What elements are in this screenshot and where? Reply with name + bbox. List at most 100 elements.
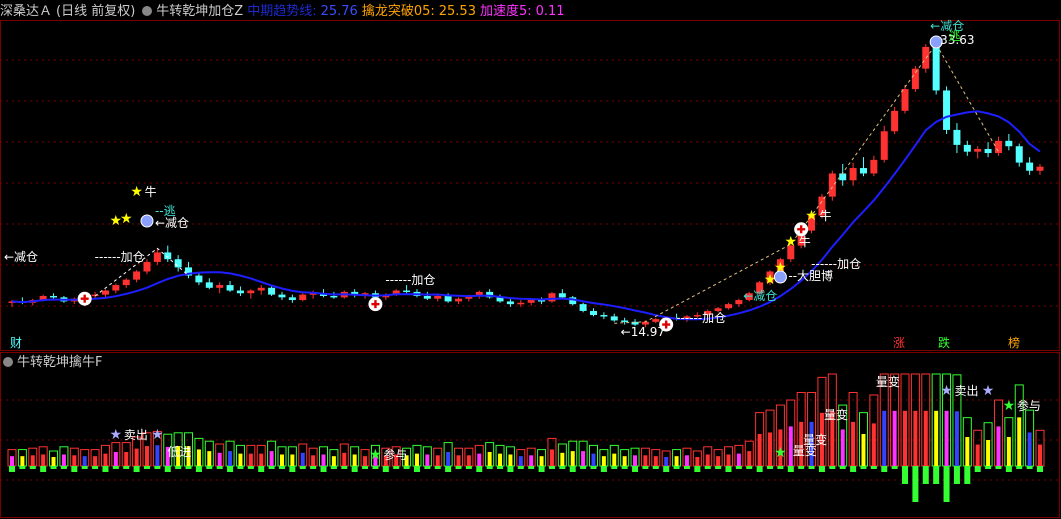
candle-body — [133, 271, 141, 280]
candle-body — [579, 304, 587, 311]
volume-bar-negative — [247, 466, 254, 469]
line2-label: 擒龙突破05: — [361, 4, 435, 19]
volume-bar-fill — [51, 457, 56, 466]
volume-bar-negative — [673, 466, 680, 469]
volume-bar-negative — [943, 466, 950, 502]
reduce-label: ←减仓 — [743, 289, 777, 303]
volume-bar-fill — [570, 451, 575, 466]
volume-bar-negative — [455, 466, 462, 469]
candle-body — [527, 300, 535, 303]
candle-body — [278, 294, 286, 298]
volume-bar-fill — [736, 453, 741, 466]
volume-bar-fill — [93, 456, 98, 466]
face-icon — [140, 214, 154, 228]
volume-bar-negative — [891, 466, 898, 469]
volume-bar-negative — [382, 466, 389, 472]
volume-bar-fill — [913, 410, 918, 466]
star-icon: ★ — [130, 184, 143, 200]
volume-bar-fill — [414, 453, 419, 466]
volume-bar-negative — [694, 466, 701, 472]
volume-bar-fill — [311, 455, 316, 466]
volume-bar-fill — [851, 421, 856, 466]
volume-bar-fill — [965, 437, 970, 466]
volume-bar-fill — [456, 455, 461, 466]
volume-bar-negative — [278, 466, 285, 469]
volume-bar-negative — [497, 466, 504, 469]
candle-body — [589, 310, 597, 316]
volume-bar-fill — [1006, 437, 1011, 466]
candle-body — [870, 159, 878, 174]
settings-icon[interactable] — [142, 6, 153, 16]
candle-body — [548, 293, 556, 302]
volume-bar-fill — [633, 455, 638, 466]
volume-bar-negative — [1037, 466, 1043, 472]
volume-bar-negative — [9, 466, 15, 472]
volume-bar-negative — [112, 466, 119, 469]
candle-body — [880, 131, 888, 160]
add-position-icon — [374, 300, 377, 309]
settings-icon[interactable] — [3, 357, 13, 367]
volume-bar-negative — [818, 466, 825, 472]
candle-body — [455, 298, 463, 302]
volume-bar-fill — [549, 449, 554, 466]
volume-bar-negative — [995, 466, 1002, 469]
candle-body — [943, 90, 951, 130]
volume-bar-negative — [372, 466, 379, 469]
volume-bar-fill — [986, 440, 991, 466]
add-position-icon — [799, 225, 803, 234]
volume-bar-negative — [81, 466, 88, 469]
volume-bar-negative — [922, 466, 929, 484]
volume-bar-fill — [20, 456, 25, 466]
candle-body — [963, 144, 971, 152]
volume-bar-negative — [870, 466, 877, 469]
volume-bar-fill — [61, 454, 66, 466]
candle-body — [101, 290, 109, 295]
volume-bar-negative — [403, 466, 410, 469]
indicator-name[interactable]: 牛转乾坤加仓Z — [156, 4, 243, 19]
line3-value: 0.11 — [535, 4, 565, 19]
volume-bar-fill — [1038, 444, 1042, 466]
volume-bar-negative — [808, 466, 815, 469]
volume-bar-fill — [840, 429, 845, 466]
join-label: 参与 — [383, 447, 407, 462]
candle-body — [434, 295, 442, 299]
add-position-label: ------加仓 — [95, 250, 145, 264]
candle-body — [506, 301, 514, 305]
volume-bar-negative — [953, 466, 960, 484]
volume-bar-negative — [683, 466, 690, 469]
volume-bar-fill — [155, 445, 160, 466]
add-position-icon — [664, 320, 668, 329]
volume-bar-fill — [196, 449, 201, 466]
period-label[interactable]: (日线 前复权) — [56, 4, 135, 19]
candle-body — [153, 252, 161, 262]
volume-bar-negative — [40, 466, 47, 472]
line1-value: 25.76 — [320, 4, 358, 19]
sub-indicator-name[interactable]: 牛转乾坤擒牛F — [17, 355, 102, 370]
volume-bar-fill — [113, 451, 118, 466]
volume-bar-negative — [486, 466, 493, 469]
volume-bar-negative — [964, 466, 971, 484]
volume-bar-fill — [643, 455, 648, 466]
volume-bar-negative — [725, 466, 732, 472]
star-icon: ★ — [1003, 398, 1016, 414]
volume-bar-fill — [591, 453, 596, 466]
volume-bar-fill — [82, 456, 87, 466]
volume-bar-fill — [560, 452, 565, 466]
candle-body — [984, 148, 992, 154]
marker-0: 财 — [10, 336, 22, 350]
candle-body — [849, 168, 857, 181]
volume-bar-fill — [944, 410, 949, 466]
volume-bar-negative — [29, 466, 36, 469]
volume-bar-negative — [985, 466, 992, 469]
star-icon: ★ — [151, 427, 164, 443]
volume-bar-negative — [715, 466, 722, 469]
candle-body — [652, 319, 660, 322]
volume-bar-negative — [50, 466, 57, 469]
volume-bar-negative — [590, 466, 597, 469]
star-icon: ★ — [774, 445, 787, 461]
volume-bar-negative — [1005, 466, 1012, 472]
volume-bar-fill — [882, 410, 887, 466]
candle-body — [195, 275, 203, 283]
sub-chart-header: 牛转乾坤擒牛F — [0, 353, 106, 373]
stock-name[interactable]: 深桑达Ａ — [0, 4, 52, 19]
